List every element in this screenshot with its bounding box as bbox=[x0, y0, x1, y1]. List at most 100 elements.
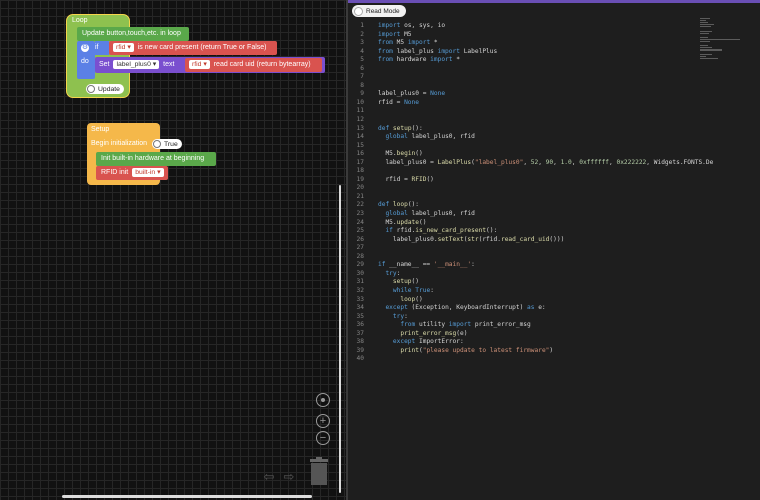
line-number: 11 bbox=[356, 107, 364, 115]
rfid-dropdown[interactable]: rfid ▾ bbox=[113, 43, 134, 52]
code-line[interactable]: 14 global label_plus0, rfid bbox=[348, 133, 700, 142]
code-line[interactable]: 19 rfid = RFID() bbox=[348, 176, 700, 185]
code-line[interactable]: 3 from M5 import * bbox=[348, 39, 700, 48]
minus-icon[interactable]: − bbox=[316, 431, 330, 445]
code-text: while True: bbox=[392, 286, 434, 294]
code-line[interactable]: 12 bbox=[348, 116, 700, 125]
undo-arrow-icon[interactable]: ⇦ bbox=[262, 469, 276, 484]
text-label: text bbox=[163, 61, 175, 68]
code-line[interactable]: 32 while True: bbox=[348, 287, 700, 296]
code-line[interactable]: 1 import os, sys, io bbox=[348, 22, 700, 31]
rfid-new-card-present-block[interactable]: rfid ▾ is new card present (return True … bbox=[109, 41, 277, 55]
code-text: loop() bbox=[400, 295, 423, 303]
chevron-down-icon: ▾ bbox=[152, 61, 157, 68]
if-block[interactable]: ⚙ do bbox=[77, 41, 95, 79]
crosshair-icon[interactable] bbox=[316, 393, 330, 407]
code-text: global label_plus0, rfid bbox=[385, 210, 475, 218]
read-card-uid-label: read card uid (return bytearray) bbox=[213, 61, 311, 68]
plus-icon[interactable]: + bbox=[316, 414, 330, 428]
label-plus0-dropdown[interactable]: label_plus0 ▾ bbox=[113, 60, 160, 69]
code-text: label_plus0 = None bbox=[378, 90, 446, 98]
code-text: if rfid.is_new_card_present(): bbox=[385, 227, 498, 235]
code-line[interactable]: 22 def loop(): bbox=[348, 201, 700, 210]
code-line[interactable]: 21 bbox=[348, 193, 700, 202]
line-number: 14 bbox=[356, 133, 364, 141]
begin-initialization-toggle[interactable]: True bbox=[152, 139, 182, 150]
init-hardware-block[interactable]: Init built-in hardware at beginning bbox=[96, 152, 216, 166]
code-text: except ImportError: bbox=[392, 338, 464, 346]
do-label: do bbox=[81, 58, 89, 65]
code-line[interactable]: 23 global label_plus0, rfid bbox=[348, 210, 700, 219]
code-line[interactable]: 4 from label_plus import LabelPlus bbox=[348, 48, 700, 57]
rfid-init-dropdown[interactable]: built-in ▾ bbox=[132, 168, 164, 177]
code-line[interactable]: 20 bbox=[348, 184, 700, 193]
code-text: rfid = None bbox=[378, 98, 419, 106]
code-line[interactable]: 8 bbox=[348, 82, 700, 91]
line-number: 40 bbox=[356, 355, 364, 363]
toggle-knob-icon bbox=[87, 85, 95, 93]
line-number: 18 bbox=[356, 167, 364, 175]
code-text: label_plus0 = LabelPlus("label_plus0", 5… bbox=[378, 158, 714, 166]
code-line[interactable]: 34 except (Exception, KeyboardInterrupt)… bbox=[348, 304, 700, 313]
loop-update-toggle[interactable]: Update bbox=[86, 84, 124, 95]
code-line[interactable]: 29 if __name__ == '__main__': bbox=[348, 261, 700, 270]
code-line[interactable]: 26 label_plus0.setText(str(rfid.read_car… bbox=[348, 236, 700, 245]
code-line[interactable]: 40 bbox=[348, 355, 700, 364]
code-line[interactable]: 25 if rfid.is_new_card_present(): bbox=[348, 227, 700, 236]
line-number: 27 bbox=[356, 244, 364, 252]
begin-initialization-label: Begin initialization bbox=[91, 140, 148, 147]
code-editor[interactable]: Read Mode 1 import os, sys, io 2 import M5 3… bbox=[348, 0, 760, 500]
accent-bar bbox=[348, 0, 760, 3]
read-mode-toggle[interactable]: Read Mode bbox=[352, 5, 406, 17]
code-line[interactable]: 18 bbox=[348, 167, 700, 176]
gear-icon[interactable]: ⚙ bbox=[81, 44, 89, 52]
code-line[interactable]: 11 bbox=[348, 107, 700, 116]
code-line[interactable]: 6 bbox=[348, 65, 700, 74]
code-line[interactable]: 17 label_plus0 = LabelPlus("label_plus0"… bbox=[348, 159, 714, 168]
code-line[interactable]: 37 print_error_msg(e) bbox=[348, 330, 700, 339]
code-line[interactable]: 35 try: bbox=[348, 313, 700, 322]
code-line[interactable]: 27 bbox=[348, 244, 700, 253]
code-minimap[interactable] bbox=[700, 18, 752, 62]
workspace-horizontal-scrollbar[interactable] bbox=[62, 495, 312, 498]
code-line[interactable]: 39 print("please update to latest firmwa… bbox=[348, 347, 700, 356]
code-line[interactable]: 31 setup() bbox=[348, 278, 700, 287]
code-line[interactable]: 33 loop() bbox=[348, 296, 700, 305]
code-line[interactable]: 10 rfid = None bbox=[348, 99, 700, 108]
rfid-init-block[interactable]: RFID init built-in ▾ bbox=[96, 166, 168, 180]
setup-block-label: Setup bbox=[91, 126, 110, 133]
update-button-touch-block[interactable]: Update button,touch,etc. in loop bbox=[77, 27, 189, 41]
line-number: 2 bbox=[360, 30, 364, 38]
line-number: 21 bbox=[356, 192, 364, 200]
code-line[interactable]: 28 bbox=[348, 253, 700, 262]
rfid-read-card-uid-block[interactable]: rfid ▾ read card uid (return bytearray) bbox=[185, 58, 322, 72]
line-number: 39 bbox=[356, 346, 364, 354]
code-line[interactable]: 15 bbox=[348, 142, 700, 151]
code-line[interactable]: 36 from utility import print_error_msg bbox=[348, 321, 700, 330]
rfid-dropdown[interactable]: rfid ▾ bbox=[189, 60, 210, 69]
block-workspace[interactable]: Loop Update button,touch,etc. in loop ⚙ … bbox=[0, 0, 346, 500]
line-number: 31 bbox=[356, 278, 364, 286]
code-line[interactable]: 13 def setup(): bbox=[348, 125, 700, 134]
line-number: 25 bbox=[356, 227, 364, 235]
code-line[interactable]: 16 M5.begin() bbox=[348, 150, 700, 159]
line-number: 12 bbox=[356, 116, 364, 124]
redo-arrow-icon[interactable]: ⇨ bbox=[282, 469, 296, 484]
code-line[interactable]: 24 M5.update() bbox=[348, 219, 700, 228]
line-number: 35 bbox=[356, 312, 364, 320]
code-line[interactable]: 38 except ImportError: bbox=[348, 338, 700, 347]
chevron-down-icon: ▾ bbox=[203, 61, 207, 68]
code-line[interactable]: 9 label_plus0 = None bbox=[348, 90, 700, 99]
code-line[interactable]: 30 try: bbox=[348, 270, 700, 279]
line-number: 34 bbox=[356, 304, 364, 312]
code-text: print_error_msg(e) bbox=[400, 329, 468, 337]
code-line[interactable]: 2 import M5 bbox=[348, 31, 700, 40]
code-line[interactable]: 5 from hardware import * bbox=[348, 56, 700, 65]
line-number: 4 bbox=[360, 47, 364, 55]
if-label: if bbox=[95, 44, 99, 51]
workspace-vertical-scrollbar[interactable] bbox=[339, 185, 341, 493]
code-line[interactable]: 7 bbox=[348, 73, 700, 82]
rfid-init-label: RFID init bbox=[101, 169, 129, 176]
code-lines[interactable]: 1 import os, sys, io 2 import M5 3 from M5 im… bbox=[348, 22, 714, 364]
trash-icon[interactable] bbox=[308, 457, 330, 487]
